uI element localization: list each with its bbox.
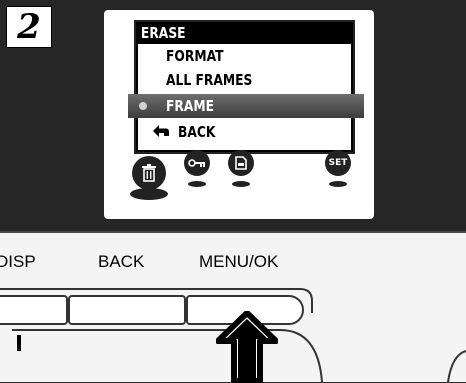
set-icon[interactable]: SET	[325, 150, 351, 176]
lcd-screen: ERASE FORMAT ALL FRAMES FRAME BACK SET	[104, 10, 374, 219]
icon-shadow	[232, 181, 250, 187]
press-arrow-icon	[216, 311, 278, 383]
print-icon[interactable]	[228, 150, 254, 176]
icon-shadow	[329, 181, 347, 187]
mode-icons-row: SET	[104, 10, 374, 219]
step-number: 2	[17, 7, 41, 47]
camera-body: DISP BACK MENU/OK	[0, 231, 466, 383]
step-box: 2	[6, 6, 52, 48]
status-led	[17, 335, 21, 351]
instruction-panel: 2 ERASE FORMAT ALL FRAMES FRAME BACK SET	[0, 0, 466, 231]
set-icon-label: SET	[328, 158, 348, 168]
key-icon[interactable]	[184, 150, 210, 176]
trash-icon[interactable]	[132, 156, 166, 190]
icon-shadow	[188, 181, 206, 187]
